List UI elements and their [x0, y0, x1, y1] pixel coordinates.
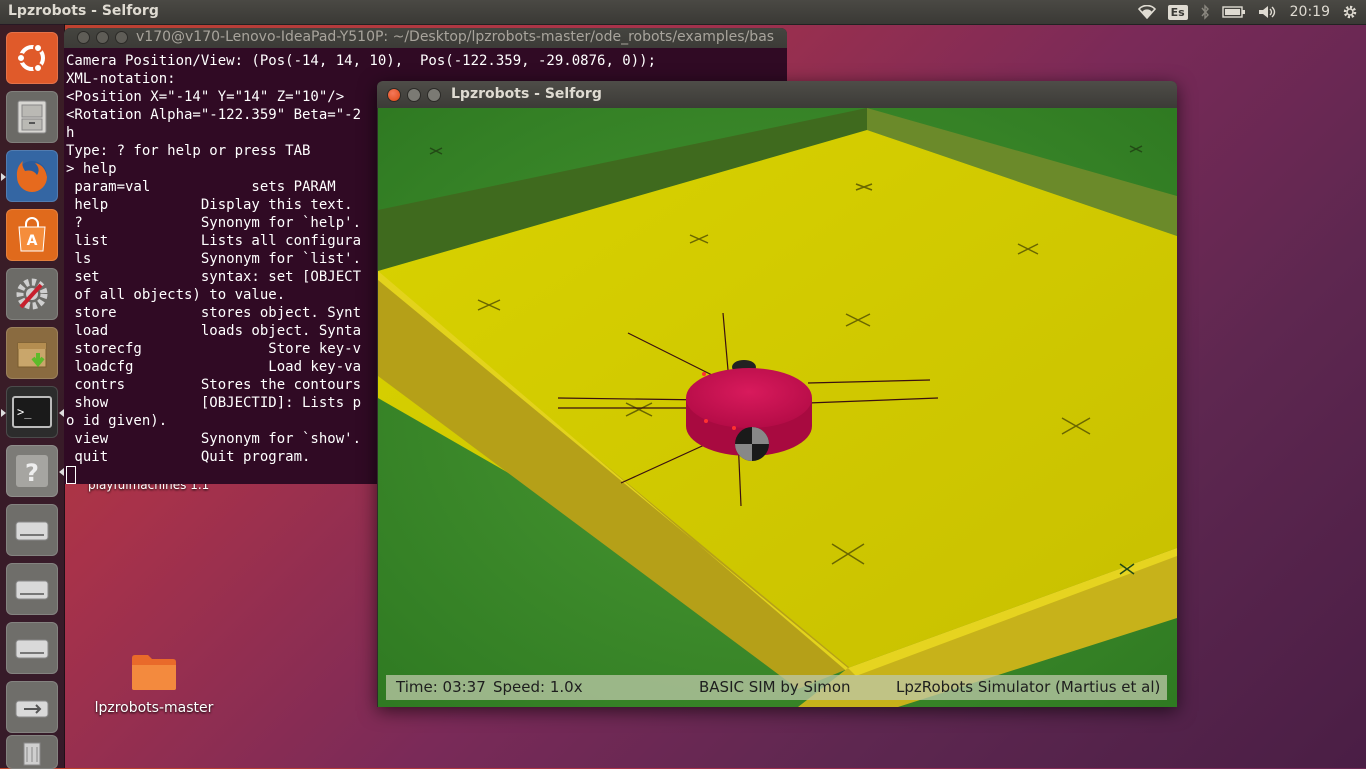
- usb-drive-icon: [15, 700, 49, 718]
- terminal-minimize-button[interactable]: [96, 31, 109, 44]
- keyboard-layout-icon[interactable]: Es: [1167, 4, 1188, 20]
- simulator-maximize-button[interactable]: [427, 88, 441, 102]
- simulator-window[interactable]: Lpzrobots - Selforg Time: 03:37 Speed: 1…: [377, 81, 1177, 707]
- launcher-archive-manager[interactable]: [6, 327, 58, 379]
- terminal-maximize-button[interactable]: [115, 31, 128, 44]
- launcher-system-settings[interactable]: [6, 268, 58, 320]
- launcher-software-center[interactable]: A: [6, 209, 58, 261]
- terminal-close-button[interactable]: [77, 31, 90, 44]
- running-indicator: [1, 409, 6, 417]
- battery-icon[interactable]: [1221, 5, 1246, 19]
- hard-drive-icon: [15, 521, 49, 541]
- wifi-icon[interactable]: [1137, 5, 1156, 19]
- launcher-drive-3[interactable]: [6, 622, 58, 674]
- launcher-trash[interactable]: [6, 735, 58, 769]
- launcher-files[interactable]: [6, 91, 58, 143]
- clock[interactable]: 20:19: [1290, 4, 1330, 20]
- launcher-firefox[interactable]: [1, 150, 58, 202]
- terminal-icon: >_: [12, 396, 52, 428]
- svg-text:?: ?: [25, 459, 39, 487]
- desktop-folder-lpzrobots[interactable]: lpzrobots-master: [94, 652, 214, 716]
- trash-icon: [23, 742, 41, 766]
- svg-text:A: A: [27, 233, 38, 249]
- terminal-title: v170@v170-Lenovo-IdeaPad-Y510P: ~/Deskto…: [136, 29, 775, 45]
- launcher-help[interactable]: ?: [6, 445, 64, 497]
- active-app-title: Lpzrobots - Selforg: [8, 3, 159, 19]
- files-cabinet-icon: [17, 100, 47, 134]
- top-panel: Lpzrobots - Selforg Es 20:19: [0, 0, 1366, 24]
- robot-body-top: [686, 368, 812, 428]
- simulator-minimize-button[interactable]: [407, 88, 421, 102]
- terminal-titlebar[interactable]: v170@v170-Lenovo-IdeaPad-Y510P: ~/Deskto…: [64, 28, 787, 48]
- terminal-cursor: [66, 466, 76, 484]
- ubuntu-logo-icon: [16, 43, 45, 73]
- volume-icon[interactable]: [1258, 5, 1278, 19]
- svg-text:>_: >_: [17, 405, 32, 419]
- sim-speed: Speed: 1.0x: [493, 678, 583, 696]
- launcher-drive-1[interactable]: [6, 504, 58, 556]
- launcher-usb-drive[interactable]: [6, 681, 58, 733]
- sim-name: BASIC SIM by Simon: [699, 678, 851, 696]
- desktop-folder-label: lpzrobots-master: [94, 700, 214, 716]
- simulator-close-button[interactable]: [387, 88, 401, 102]
- simulator-title: Lpzrobots - Selforg: [451, 86, 602, 102]
- launcher-drive-2[interactable]: [6, 563, 58, 615]
- terminal-line: Camera Position/View: (Pos(-14, 14, 10),…: [66, 53, 657, 69]
- launcher-ubuntu-dash[interactable]: [6, 32, 58, 84]
- hard-drive-icon: [15, 639, 49, 659]
- help-question-icon: ?: [16, 455, 48, 487]
- folder-icon: [132, 655, 176, 690]
- launcher-terminal[interactable]: >_: [1, 386, 64, 438]
- launcher: A >_ ?: [0, 24, 65, 769]
- firefox-icon: [16, 161, 47, 192]
- simulator-credit: LpzRobots Simulator (Martius et al): [896, 678, 1161, 696]
- system-tray: Es 20:19: [1137, 0, 1366, 24]
- hard-drive-icon: [15, 580, 49, 600]
- simulator-status-bar: Time: 03:37 Speed: 1.0x BASIC SIM by Sim…: [386, 675, 1167, 700]
- sim-time: Time: 03:37: [396, 678, 486, 696]
- settings-wrench-icon: [16, 278, 48, 310]
- settings-gear-icon[interactable]: [1342, 4, 1358, 20]
- bluetooth-icon[interactable]: [1200, 4, 1210, 20]
- simulation-viewport[interactable]: [378, 108, 1177, 707]
- running-indicator: [1, 173, 6, 181]
- simulator-titlebar[interactable]: Lpzrobots - Selforg: [377, 81, 1177, 108]
- shopping-bag-icon: A: [18, 217, 46, 252]
- archive-box-icon: [17, 342, 47, 368]
